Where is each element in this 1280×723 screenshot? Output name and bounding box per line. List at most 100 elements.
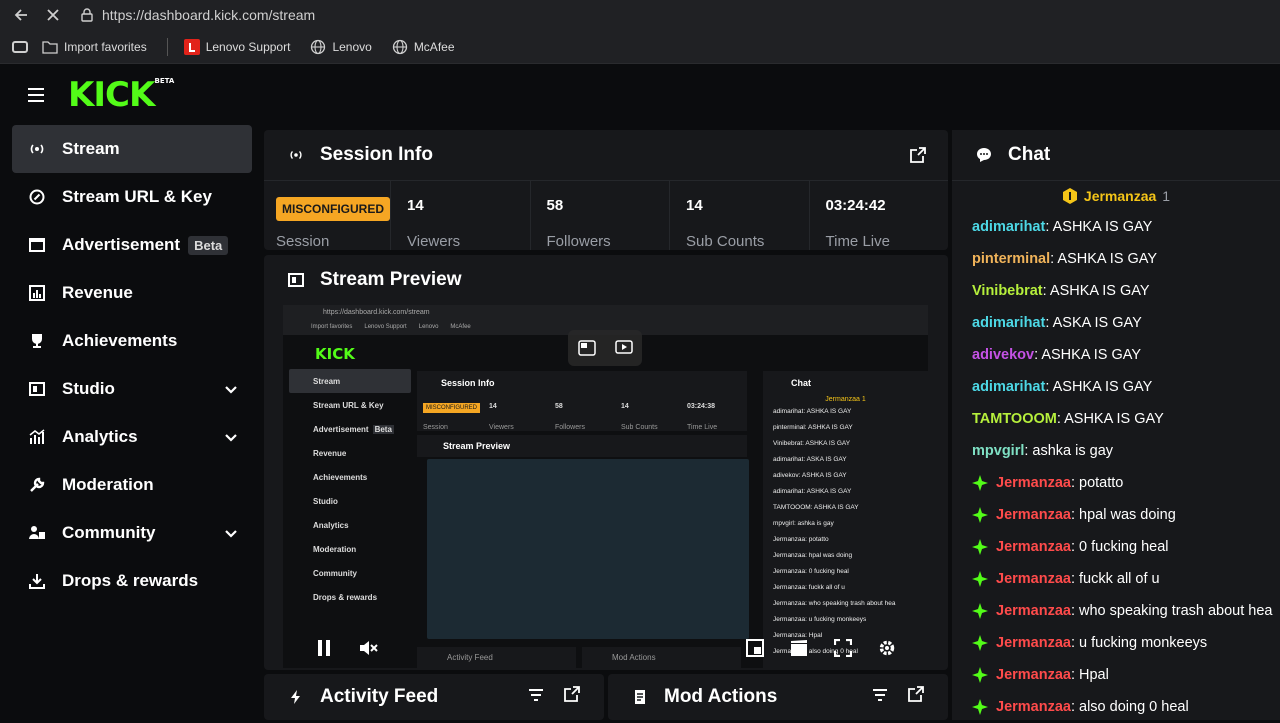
mini-recursive-screen — [427, 459, 749, 639]
mini-chat-line: mpvgirl: ashka is gay — [773, 519, 834, 527]
sidebar-item-stream-url-key[interactable]: Stream URL & Key — [12, 173, 252, 221]
chat-bubble-icon — [976, 147, 992, 163]
chat-username[interactable]: Jermanzaa — [996, 507, 1071, 523]
chat-username[interactable]: Jermanzaa — [996, 571, 1071, 587]
address-bar[interactable]: https://dashboard.kick.com/stream — [80, 2, 315, 28]
og-badge-icon — [972, 571, 988, 587]
tab-actions-icon[interactable] — [12, 40, 28, 53]
mini-chat-line: Jermanzaa: fuckk all of u — [773, 583, 845, 591]
sidebar: Stream Stream URL & Key Advertisement Be… — [12, 125, 252, 605]
sidebar-item-revenue[interactable]: Revenue — [12, 269, 252, 317]
mini-chat-title: Chat — [791, 378, 811, 388]
mini-chat-line: adimarihat: ASHKA IS GAY — [773, 407, 852, 415]
bookmark-mcafee[interactable]: McAfee — [392, 39, 455, 55]
session-stats: MISCONFIGURED Session 14 Viewers 58 Foll… — [264, 180, 948, 250]
mini-url: https://dashboard.kick.com/stream — [323, 308, 430, 316]
chat-text: : ASHKA IS GAY — [1050, 251, 1158, 267]
activity-feed-header: Activity Feed — [264, 674, 604, 720]
chat-username[interactable]: adimarihat — [972, 315, 1045, 331]
pinned-user[interactable]: Jermanzaa 1 — [952, 181, 1280, 211]
pause-icon[interactable] — [313, 637, 335, 659]
filter-icon[interactable] — [872, 686, 888, 708]
chat-username[interactable]: Jermanzaa — [996, 699, 1071, 715]
broadcast-icon — [288, 147, 304, 163]
chevron-down-icon[interactable] — [224, 382, 238, 396]
sidebar-item-community[interactable]: Community — [12, 509, 252, 557]
mini-chat-line: TAMTOOOM: ASHKA IS GAY — [773, 503, 859, 511]
lock-icon — [80, 8, 94, 22]
bookmark-import-favorites[interactable]: Import favorites — [42, 39, 147, 55]
mini-player-icon[interactable] — [744, 637, 766, 659]
sidebar-item-moderation[interactable]: Moderation — [12, 461, 252, 509]
menu-icon[interactable] — [28, 88, 44, 102]
chat-username[interactable]: TAMTOOOM — [972, 411, 1057, 427]
chat-username[interactable]: adimarihat — [972, 219, 1045, 235]
chat-username[interactable]: Jermanzaa — [996, 635, 1071, 651]
preview-icon — [288, 272, 304, 288]
panel-title: Stream Preview — [320, 269, 462, 290]
chat-username[interactable]: mpvgirl — [972, 443, 1024, 459]
filter-icon[interactable] — [528, 686, 544, 708]
broadcast-icon — [28, 140, 46, 158]
mini-sidebar-item: Advertisement Beta — [289, 417, 411, 441]
popout-icon[interactable] — [564, 686, 580, 708]
chat-username[interactable]: adimarihat — [972, 379, 1045, 395]
clip-icon[interactable] — [788, 637, 810, 659]
chat-text: : ASHKA IS GAY — [1056, 411, 1164, 427]
chat-message: adimarihat: ASKA IS GAY — [952, 307, 1280, 339]
kick-logo[interactable]: KICK BETA — [68, 75, 174, 115]
theatre-mode-icon[interactable] — [613, 337, 635, 359]
chat-header: Chat — [952, 130, 1280, 180]
bookmark-label: Lenovo Support — [205, 39, 291, 54]
bookmark-separator — [166, 37, 168, 56]
stat-value: 03:24:42 — [825, 197, 886, 214]
link-icon — [28, 188, 46, 206]
chat-message: pinterminal: ASHKA IS GAY — [952, 243, 1280, 275]
sidebar-item-drops-rewards[interactable]: Drops & rewards — [12, 557, 252, 605]
panel-title: Activity Feed — [320, 686, 439, 707]
activity-feed-panel: Activity Feed — [264, 674, 604, 720]
sidebar-item-label: Stream — [62, 139, 120, 158]
chat-message: TAMTOOOM: ASHKA IS GAY — [952, 403, 1280, 435]
sidebar-item-advertisement[interactable]: Advertisement Beta — [12, 221, 252, 269]
chevron-down-icon[interactable] — [224, 526, 238, 540]
pinned-count: 1 — [1162, 188, 1171, 204]
chat-username[interactable]: Vinibebrat — [972, 283, 1043, 299]
mini-sidebar-item: Revenue — [313, 448, 347, 458]
sidebar-item-studio[interactable]: Studio — [12, 365, 252, 413]
chat-username[interactable]: Jermanzaa — [996, 475, 1071, 491]
document-icon — [632, 689, 648, 705]
sidebar-item-analytics[interactable]: Analytics — [12, 413, 252, 461]
people-icon — [28, 524, 46, 542]
popout-icon[interactable] — [908, 686, 924, 708]
popout-icon[interactable] — [910, 147, 926, 163]
player-overlay-actions — [568, 330, 642, 366]
chat-username[interactable]: pinterminal — [972, 251, 1050, 267]
sidebar-item-achievements[interactable]: Achievements — [12, 317, 252, 365]
bookmark-lenovo-support[interactable]: Lenovo Support — [183, 38, 291, 55]
wrench-icon — [28, 476, 46, 494]
mini-item-label: Advertisement — [313, 424, 369, 434]
sidebar-item-stream[interactable]: Stream — [12, 125, 252, 173]
mini-stat: 03:24:38 Time Live — [681, 397, 747, 431]
settings-gear-icon[interactable] — [876, 637, 898, 659]
mute-icon[interactable] — [357, 637, 379, 659]
chat-username[interactable]: Jermanzaa — [996, 667, 1071, 683]
url-text: https://dashboard.kick.com/stream — [102, 7, 316, 23]
stop-loading-icon[interactable] — [42, 4, 64, 26]
panel-title: Mod Actions — [664, 686, 778, 707]
gift-badge-icon — [1062, 188, 1078, 204]
chat-text: : fuckk all of u — [1070, 571, 1160, 587]
fullscreen-icon[interactable] — [832, 637, 854, 659]
bookmark-lenovo[interactable]: Lenovo — [310, 39, 372, 55]
picture-in-picture-icon[interactable] — [576, 337, 598, 359]
chevron-down-icon[interactable] — [224, 430, 238, 444]
chat-message: Jermanzaa: potatto — [952, 467, 1280, 499]
mini-stat: 14 Viewers — [483, 397, 549, 431]
chat-username[interactable]: Jermanzaa — [996, 603, 1071, 619]
back-icon[interactable] — [10, 4, 32, 26]
chat-text: : u fucking monkeeys — [1070, 635, 1208, 651]
mini-chat-line: adivekov: ASHKA IS GAY — [773, 471, 847, 479]
chat-username[interactable]: adivekov — [972, 347, 1034, 363]
chat-username[interactable]: Jermanzaa — [996, 539, 1071, 555]
